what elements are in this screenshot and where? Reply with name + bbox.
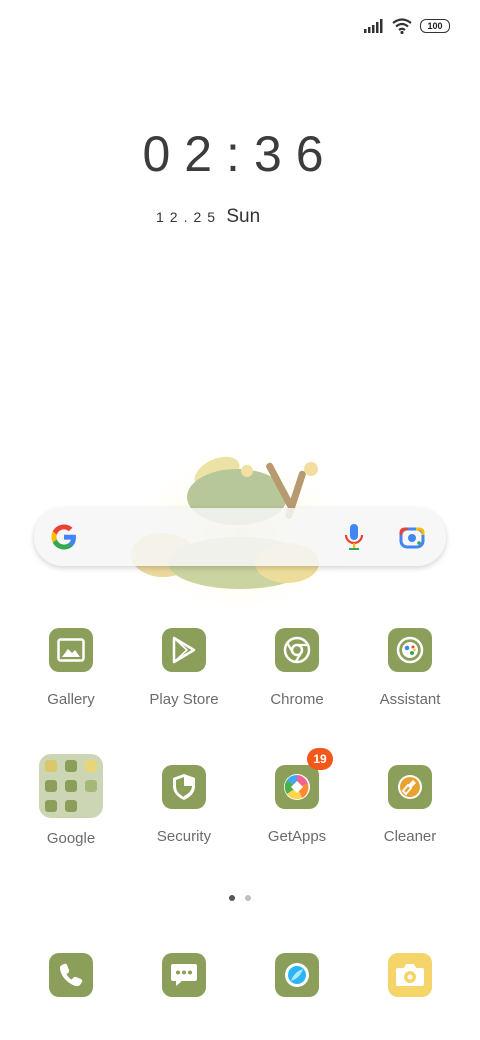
- app-label: Security: [156, 828, 212, 845]
- app-cleaner[interactable]: Cleaner: [354, 765, 466, 845]
- play-store-icon: [162, 628, 206, 672]
- dock-phone[interactable]: [15, 953, 127, 997]
- app-label: Assistant: [379, 691, 441, 708]
- app-chrome[interactable]: Chrome: [241, 628, 353, 708]
- signal-icon: [364, 19, 383, 33]
- microphone-icon[interactable]: [342, 523, 366, 551]
- app-play-store[interactable]: Play Store: [128, 628, 240, 708]
- status-bar: 100: [364, 18, 450, 34]
- google-search-bar[interactable]: [34, 508, 446, 566]
- assistant-icon: [388, 628, 432, 672]
- page-dot-active[interactable]: [229, 895, 235, 901]
- google-logo-icon: [51, 524, 76, 550]
- date-value: 12.25: [156, 209, 222, 225]
- app-getapps[interactable]: 19 GetApps: [241, 748, 353, 845]
- app-gallery[interactable]: Gallery: [15, 628, 127, 708]
- getapps-icon: [275, 765, 319, 809]
- browser-icon: [275, 953, 319, 997]
- app-assistant[interactable]: Assistant: [354, 628, 466, 708]
- cleaner-brush-icon: [388, 765, 432, 809]
- app-label: Chrome: [270, 691, 324, 708]
- messages-icon: [162, 953, 206, 997]
- folder-icon: [39, 754, 103, 818]
- lens-camera-icon[interactable]: [398, 523, 426, 551]
- clock-date[interactable]: 12.25 Sun: [156, 206, 260, 228]
- weekday: Sun: [226, 206, 261, 227]
- clock-time[interactable]: 02:36: [0, 125, 480, 183]
- app-security[interactable]: Security: [128, 765, 240, 845]
- app-label: Cleaner: [383, 828, 437, 845]
- dock-browser[interactable]: [241, 953, 353, 997]
- dock-camera[interactable]: [354, 953, 466, 997]
- gallery-icon: [49, 628, 93, 672]
- app-label: Play Store: [149, 691, 219, 708]
- chrome-icon: [275, 628, 319, 672]
- app-label: Gallery: [47, 691, 95, 708]
- security-shield-icon: [162, 765, 206, 809]
- camera-icon: [388, 953, 432, 997]
- notification-badge: 19: [307, 748, 333, 770]
- dock-messages[interactable]: [128, 953, 240, 997]
- folder-google[interactable]: Google: [15, 754, 127, 847]
- app-label: Google: [46, 830, 96, 847]
- phone-icon: [49, 953, 93, 997]
- page-dot[interactable]: [245, 895, 251, 901]
- wifi-icon: [392, 18, 412, 34]
- app-label: GetApps: [267, 828, 327, 845]
- battery-indicator: 100: [420, 19, 450, 33]
- page-indicator[interactable]: [229, 895, 251, 901]
